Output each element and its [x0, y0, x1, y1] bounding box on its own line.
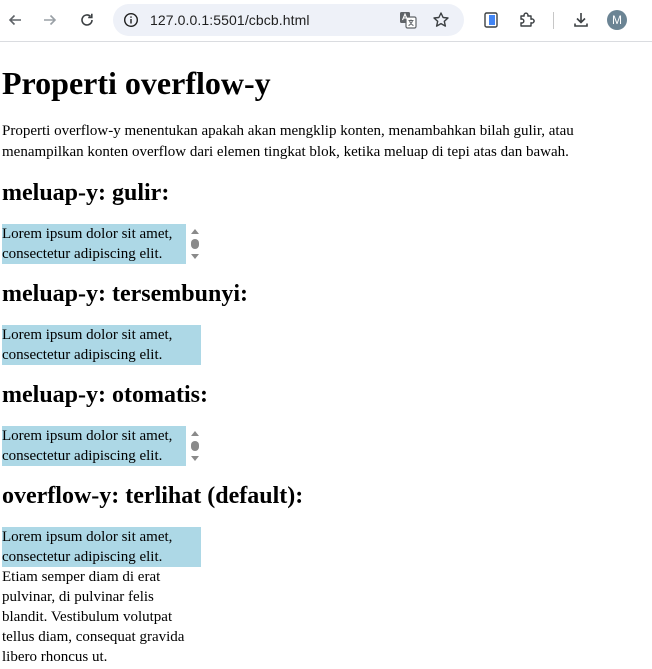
toolbar-divider: [553, 12, 554, 29]
demo-box-scroll[interactable]: Lorem ipsum dolor sit amet, consectetur …: [2, 224, 186, 264]
translate-button[interactable]: [396, 8, 420, 32]
page-description: Properti overflow-y menentukan apakah ak…: [2, 123, 574, 160]
reload-icon: [81, 13, 93, 26]
scroll-down-arrow-icon[interactable]: [191, 254, 199, 259]
forward-button[interactable]: [36, 6, 64, 34]
page-title: Properti overflow-y: [2, 65, 271, 101]
bookmark-button[interactable]: [429, 8, 453, 32]
section-heading-hidden: meluap-y: tersembunyi:: [2, 281, 248, 307]
bookmark-star-icon: [433, 12, 449, 27]
extension-page-button[interactable]: [477, 6, 505, 34]
downloads-button[interactable]: [567, 6, 595, 34]
scroll-up-arrow-icon[interactable]: [191, 431, 199, 436]
back-icon: [8, 14, 21, 26]
scroll-down-arrow-icon[interactable]: [191, 456, 199, 461]
site-info-icon: [123, 12, 139, 28]
site-info-button[interactable]: [119, 8, 143, 32]
demo-text-visible: Lorem ipsum dolor sit amet, consectetur …: [2, 529, 185, 665]
scroll-thumb[interactable]: [191, 239, 199, 249]
profile-avatar[interactable]: M: [607, 10, 627, 30]
url-text[interactable]: 127.0.0.1:5501/cbcb.html: [150, 12, 310, 28]
extensions-puzzle-icon: [520, 12, 535, 27]
scrollbar-scroll[interactable]: [188, 224, 202, 264]
extension-page-icon: [484, 12, 498, 28]
demo-box-auto[interactable]: Lorem ipsum dolor sit amet, consectetur …: [2, 426, 186, 466]
address-bar[interactable]: 127.0.0.1:5501/cbcb.html: [113, 4, 464, 36]
section-heading-scroll: meluap-y: gulir:: [2, 180, 170, 206]
browser-toolbar: 127.0.0.1:5501/cbcb.html M: [0, 0, 652, 42]
extensions-button[interactable]: [513, 6, 541, 34]
section-heading-visible: overflow-y: terlihat (default):: [2, 483, 304, 509]
forward-icon: [44, 14, 57, 26]
demo-text-scroll: Lorem ipsum dolor sit amet, consectetur …: [2, 226, 173, 262]
scroll-thumb[interactable]: [191, 441, 199, 451]
section-heading-auto: meluap-y: otomatis:: [2, 382, 208, 408]
demo-text-hidden: Lorem ipsum dolor sit amet, consectetur …: [2, 327, 173, 363]
translate-icon: [400, 12, 417, 29]
demo-box-visible: Lorem ipsum dolor sit amet, consectetur …: [2, 527, 201, 665]
reload-button[interactable]: [73, 6, 101, 34]
page-content: Properti overflow-y Properti overflow-y …: [2, 42, 652, 665]
back-button[interactable]: [1, 6, 29, 34]
scroll-up-arrow-icon[interactable]: [191, 229, 199, 234]
demo-box-hidden: Lorem ipsum dolor sit amet, consectetur …: [2, 325, 201, 365]
download-icon: [574, 13, 588, 27]
scrollbar-auto[interactable]: [188, 426, 202, 466]
demo-text-auto: Lorem ipsum dolor sit amet, consectetur …: [2, 428, 173, 464]
